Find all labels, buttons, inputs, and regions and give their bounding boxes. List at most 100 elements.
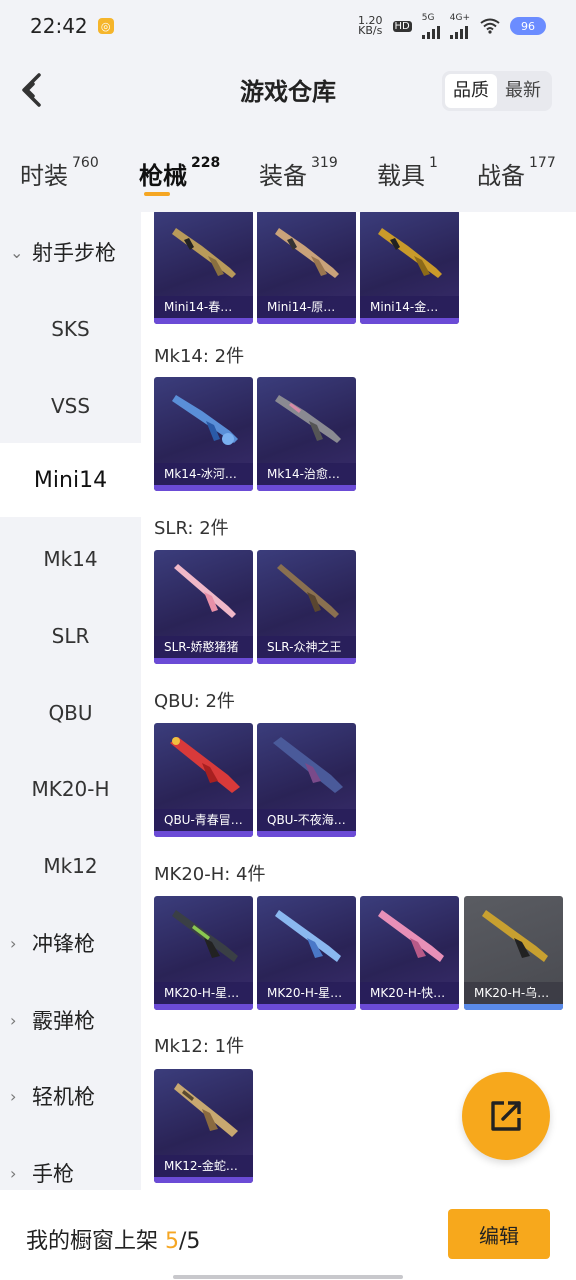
skin-card[interactable]: MK20-H-快…	[360, 896, 459, 1010]
skin-name: MK20-H-乌…	[464, 982, 563, 1004]
category-tabs: 时装 760 枪械 228 装备 319 载具 1 战备 177	[0, 140, 576, 208]
gun-skin-icon	[172, 228, 236, 278]
skin-name: SLR-娇憨猪猪	[154, 636, 253, 658]
gun-skin-icon	[482, 910, 548, 962]
skin-name: SLR-众神之王	[257, 636, 356, 658]
sort-quality-button[interactable]: 品质	[445, 74, 497, 108]
gun-skin-icon	[275, 395, 341, 443]
share-icon	[491, 1101, 521, 1131]
skin-card[interactable]: Mk14-冰河…	[154, 377, 253, 491]
showcase-status: 我的橱窗上架 5/5	[26, 1223, 200, 1255]
rarity-bar	[360, 318, 459, 324]
tab-equipment[interactable]: 装备 319	[259, 140, 338, 208]
rarity-bar	[257, 831, 356, 837]
skin-name: Mini14-金…	[360, 296, 459, 318]
chevron-down-icon: ⌄	[10, 242, 24, 262]
title-bar: 游戏仓库 品质 最新	[0, 52, 576, 128]
gun-skin-icon	[273, 737, 343, 793]
skin-card[interactable]: SLR-娇憨猪猪	[154, 550, 253, 664]
sidebar-item-label: 手枪	[32, 1162, 74, 1186]
tab-fashion[interactable]: 时装 760	[20, 140, 99, 208]
sidebar-item-label: 轻机枪	[32, 1085, 95, 1109]
showcase-label: 我的橱窗上架	[26, 1229, 165, 1254]
sidebar-group-lmg[interactable]: › 轻机枪	[0, 1059, 141, 1133]
tab-label: 装备	[259, 162, 307, 190]
sidebar-item-slr[interactable]: SLR	[0, 599, 141, 673]
sidebar-group-smg[interactable]: › 冲锋枪	[0, 906, 141, 980]
sidebar-item-mk20h[interactable]: MK20-H	[0, 752, 141, 826]
tab-label: 枪械	[139, 162, 187, 190]
hd-icon: HD	[392, 20, 412, 32]
skin-card[interactable]: Mini14-原…	[257, 212, 356, 324]
skin-card[interactable]: QBU-青春冒…	[154, 723, 253, 837]
status-bar: 22:42 ◎ 1.20 KB/s HD 5G 4G+ 96	[0, 0, 576, 52]
rarity-bar	[257, 318, 356, 324]
tab-count: 177	[529, 155, 556, 171]
gun-skin-icon	[170, 737, 240, 793]
rarity-bar	[154, 658, 253, 664]
rarity-bar	[154, 1004, 253, 1010]
section-label-mk12: Mk12: 1件	[154, 1036, 245, 1057]
skin-card[interactable]: MK12-金蛇…	[154, 1069, 253, 1183]
tab-count: 1	[429, 155, 438, 171]
skin-card[interactable]: QBU-不夜海…	[257, 723, 356, 837]
sidebar-group-marksman-rifles[interactable]: ⌄ 射手步枪	[0, 215, 141, 289]
tab-label: 时装	[20, 162, 68, 190]
tab-vehicles[interactable]: 载具 1	[377, 140, 438, 208]
tab-guns[interactable]: 枪械 228	[139, 140, 220, 208]
rarity-bar	[154, 318, 253, 324]
skin-card[interactable]: Mk14-治愈…	[257, 377, 356, 491]
section-label-mk20h: MK20-H: 4件	[154, 864, 266, 885]
sidebar-item-sks[interactable]: SKS	[0, 292, 141, 366]
rarity-bar	[360, 1004, 459, 1010]
skin-name: Mini14-春…	[154, 296, 253, 318]
tab-label: 战备	[477, 162, 525, 190]
tab-supplies[interactable]: 战备 177	[477, 140, 556, 208]
sidebar-item-mini14[interactable]: Mini14	[0, 443, 141, 517]
gun-skin-icon	[174, 564, 236, 618]
skin-card[interactable]: MK20-H-乌…	[464, 896, 563, 1010]
home-indicator[interactable]	[173, 1275, 403, 1279]
skin-name: QBU-不夜海…	[257, 809, 356, 831]
rarity-bar	[154, 485, 253, 491]
skin-card[interactable]: MK20-H-星…	[257, 896, 356, 1010]
sidebar-item-mk14[interactable]: Mk14	[0, 522, 141, 596]
sidebar-item-label: 射手步枪	[32, 241, 116, 265]
skin-card[interactable]: SLR-众神之王	[257, 550, 356, 664]
gun-skin-icon	[378, 910, 444, 962]
section-label-slr: SLR: 2件	[154, 518, 229, 539]
rarity-bar	[257, 658, 356, 664]
sidebar-item-mk12[interactable]: Mk12	[0, 829, 141, 903]
signal-5g-icon: 5G	[421, 13, 440, 39]
rarity-bar	[154, 831, 253, 837]
share-fab-button[interactable]	[462, 1072, 550, 1160]
skin-name: Mk14-冰河…	[154, 463, 253, 485]
bottom-bar: 我的橱窗上架 5/5 编辑	[0, 1190, 576, 1280]
chevron-right-icon: ›	[10, 933, 17, 953]
skin-name: Mk14-治愈…	[257, 463, 356, 485]
sidebar-item-vss[interactable]: VSS	[0, 369, 141, 443]
rarity-bar	[154, 1177, 253, 1183]
chevron-right-icon: ›	[10, 1010, 17, 1030]
tab-label: 载具	[377, 162, 425, 190]
network-speed: 1.20 KB/s	[358, 14, 383, 37]
gun-skin-icon	[378, 228, 442, 278]
app-notification-icon: ◎	[97, 18, 114, 34]
tab-count: 228	[191, 155, 221, 171]
skin-name: Mini14-原…	[257, 296, 356, 318]
gun-skin-icon	[275, 910, 341, 962]
sidebar-item-label: 霰弹枪	[32, 1009, 95, 1033]
skin-name: QBU-青春冒…	[154, 809, 253, 831]
edit-button[interactable]: 编辑	[448, 1209, 550, 1259]
skin-name: MK20-H-星…	[154, 982, 253, 1004]
skin-card[interactable]: Mini14-春…	[154, 212, 253, 324]
sort-newest-button[interactable]: 最新	[497, 74, 549, 108]
skin-card[interactable]: MK20-H-星…	[154, 896, 253, 1010]
sidebar-group-shotgun[interactable]: › 霰弹枪	[0, 983, 141, 1057]
skin-card[interactable]: Mini14-金…	[360, 212, 459, 324]
tab-count: 319	[311, 155, 338, 171]
sidebar-item-qbu[interactable]: QBU	[0, 676, 141, 750]
chevron-right-icon: ›	[10, 1163, 17, 1183]
wifi-icon	[480, 18, 500, 34]
weapon-type-sidebar: ⌄ 射手步枪 SKS VSS Mini14 Mk14 SLR QBU MK20-H…	[0, 212, 141, 1190]
